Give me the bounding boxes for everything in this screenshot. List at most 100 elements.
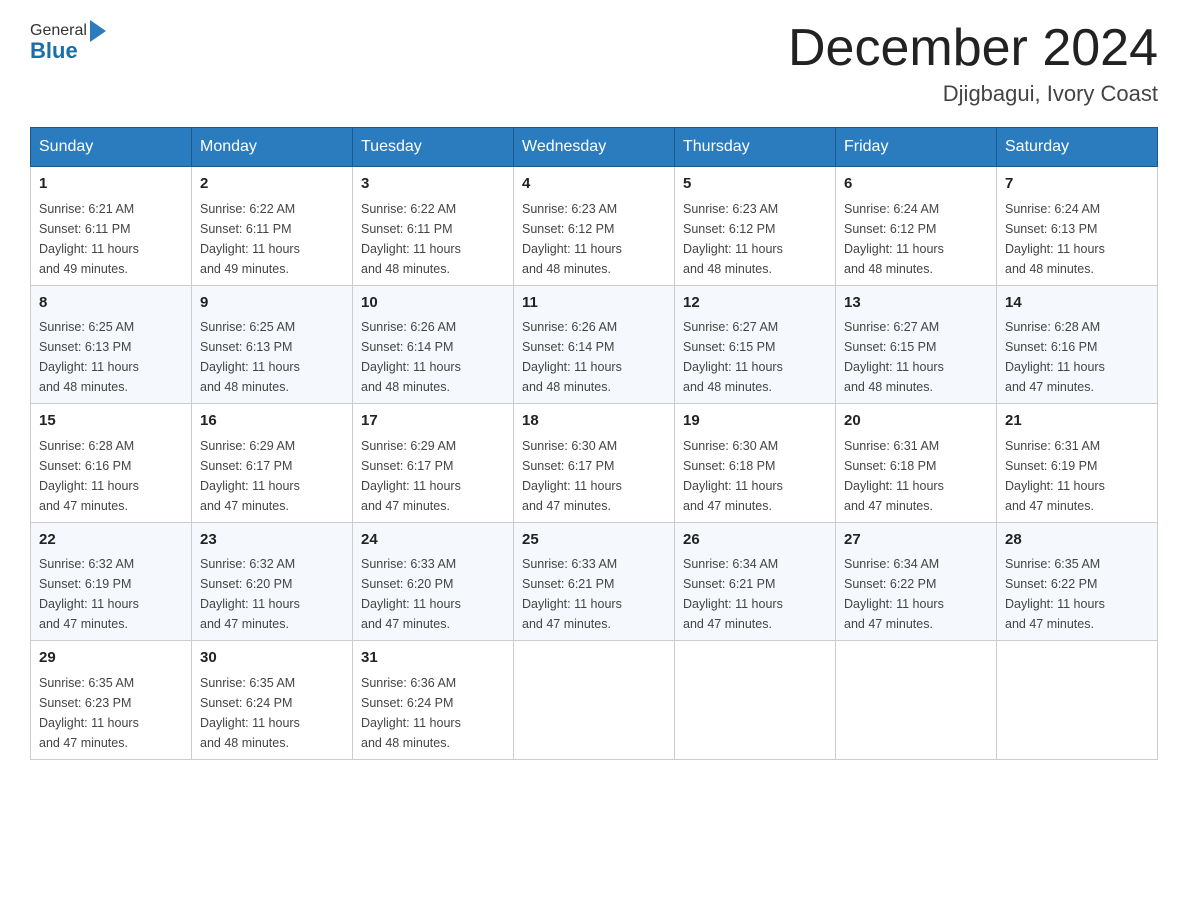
calendar-cell: 2Sunrise: 6:22 AMSunset: 6:11 PMDaylight…: [192, 167, 353, 286]
day-info: Sunrise: 6:34 AMSunset: 6:22 PMDaylight:…: [844, 554, 988, 634]
logo: General Blue: [30, 20, 109, 64]
calendar-cell: 26Sunrise: 6:34 AMSunset: 6:21 PMDayligh…: [675, 522, 836, 641]
calendar-cell: 21 Sunrise: 6:31 AMSunset: 6:19 PMDayligh…: [997, 404, 1158, 523]
calendar-cell: [514, 641, 675, 760]
day-number: 22: [39, 529, 183, 552]
day-info: Sunrise: 6:26 AMSunset: 6:14 PMDaylight:…: [522, 317, 666, 397]
page-header: General Blue December 2024 Djigbagui, Iv…: [30, 20, 1158, 107]
day-info: Sunrise: 6:30 AMSunset: 6:18 PMDaylight:…: [683, 436, 827, 516]
calendar-cell: 22Sunrise: 6:32 AMSunset: 6:19 PMDayligh…: [31, 522, 192, 641]
calendar-cell: 18 Sunrise: 6:30 AMSunset: 6:17 PMDayligh…: [514, 404, 675, 523]
day-number: 5: [683, 173, 827, 196]
day-number: 30: [200, 647, 344, 670]
day-info: Sunrise: 6:33 AMSunset: 6:20 PMDaylight:…: [361, 554, 505, 634]
calendar-cell: 14Sunrise: 6:28 AMSunset: 6:16 PMDayligh…: [997, 285, 1158, 404]
col-wednesday: Wednesday: [514, 128, 675, 167]
day-info: Sunrise: 6:29 AMSunset: 6:17 PMDaylight:…: [361, 436, 505, 516]
day-number: 4: [522, 173, 666, 196]
calendar-cell: [675, 641, 836, 760]
day-info: Sunrise: 6:28 AMSunset: 6:16 PMDaylight:…: [1005, 317, 1149, 397]
day-info: Sunrise: 6:32 AMSunset: 6:20 PMDaylight:…: [200, 554, 344, 634]
calendar-week-1: 1 Sunrise: 6:21 AMSunset: 6:11 PMDaylight…: [31, 167, 1158, 286]
col-thursday: Thursday: [675, 128, 836, 167]
day-number: 19: [683, 410, 827, 433]
day-info: Sunrise: 6:28 AMSunset: 6:16 PMDaylight:…: [39, 436, 183, 516]
day-info: Sunrise: 6:29 AMSunset: 6:17 PMDaylight:…: [200, 436, 344, 516]
day-number: 29: [39, 647, 183, 670]
col-monday: Monday: [192, 128, 353, 167]
day-info: Sunrise: 6:27 AMSunset: 6:15 PMDaylight:…: [683, 317, 827, 397]
day-number: 10: [361, 292, 505, 315]
day-number: 17: [361, 410, 505, 433]
calendar-cell: 30 Sunrise: 6:35 AMSunset: 6:24 PMDayligh…: [192, 641, 353, 760]
col-saturday: Saturday: [997, 128, 1158, 167]
calendar-cell: 29 Sunrise: 6:35 AMSunset: 6:23 PMDayligh…: [31, 641, 192, 760]
day-number: 15: [39, 410, 183, 433]
logo-blue-text: Blue: [30, 38, 78, 64]
calendar-cell: 15 Sunrise: 6:28 AMSunset: 6:16 PMDayligh…: [31, 404, 192, 523]
calendar-cell: 31Sunrise: 6:36 AMSunset: 6:24 PMDayligh…: [353, 641, 514, 760]
day-info: Sunrise: 6:35 AMSunset: 6:23 PMDaylight:…: [39, 673, 183, 753]
day-number: 8: [39, 292, 183, 315]
day-number: 13: [844, 292, 988, 315]
calendar-cell: [836, 641, 997, 760]
day-info: Sunrise: 6:36 AMSunset: 6:24 PMDaylight:…: [361, 673, 505, 753]
col-tuesday: Tuesday: [353, 128, 514, 167]
day-info: Sunrise: 6:31 AMSunset: 6:19 PMDaylight:…: [1005, 436, 1149, 516]
day-info: Sunrise: 6:34 AMSunset: 6:21 PMDaylight:…: [683, 554, 827, 634]
location-subtitle: Djigbagui, Ivory Coast: [788, 81, 1158, 107]
calendar-week-2: 8 Sunrise: 6:25 AMSunset: 6:13 PMDaylight…: [31, 285, 1158, 404]
day-info: Sunrise: 6:23 AMSunset: 6:12 PMDaylight:…: [522, 199, 666, 279]
calendar-cell: 4 Sunrise: 6:23 AMSunset: 6:12 PMDaylight…: [514, 167, 675, 286]
calendar-header-row: Sunday Monday Tuesday Wednesday Thursday…: [31, 128, 1158, 167]
calendar-cell: 11Sunrise: 6:26 AMSunset: 6:14 PMDayligh…: [514, 285, 675, 404]
calendar-cell: 23Sunrise: 6:32 AMSunset: 6:20 PMDayligh…: [192, 522, 353, 641]
calendar-cell: 9Sunrise: 6:25 AMSunset: 6:13 PMDaylight…: [192, 285, 353, 404]
calendar-cell: 12Sunrise: 6:27 AMSunset: 6:15 PMDayligh…: [675, 285, 836, 404]
day-number: 21: [1005, 410, 1149, 433]
calendar-cell: 28Sunrise: 6:35 AMSunset: 6:22 PMDayligh…: [997, 522, 1158, 641]
calendar-cell: 1 Sunrise: 6:21 AMSunset: 6:11 PMDaylight…: [31, 167, 192, 286]
day-info: Sunrise: 6:22 AMSunset: 6:11 PMDaylight:…: [361, 199, 505, 279]
calendar-cell: 7Sunrise: 6:24 AMSunset: 6:13 PMDaylight…: [997, 167, 1158, 286]
calendar-cell: 8Sunrise: 6:25 AMSunset: 6:13 PMDaylight…: [31, 285, 192, 404]
day-info: Sunrise: 6:32 AMSunset: 6:19 PMDaylight:…: [39, 554, 183, 634]
day-number: 3: [361, 173, 505, 196]
calendar-cell: 27Sunrise: 6:34 AMSunset: 6:22 PMDayligh…: [836, 522, 997, 641]
day-info: Sunrise: 6:26 AMSunset: 6:14 PMDaylight:…: [361, 317, 505, 397]
calendar-cell: 16Sunrise: 6:29 AMSunset: 6:17 PMDayligh…: [192, 404, 353, 523]
day-info: Sunrise: 6:21 AMSunset: 6:11 PMDaylight:…: [39, 199, 183, 279]
day-number: 25: [522, 529, 666, 552]
day-number: 26: [683, 529, 827, 552]
calendar-cell: 20 Sunrise: 6:31 AMSunset: 6:18 PMDayligh…: [836, 404, 997, 523]
calendar-cell: 19 Sunrise: 6:30 AMSunset: 6:18 PMDayligh…: [675, 404, 836, 523]
day-number: 12: [683, 292, 827, 315]
day-number: 14: [1005, 292, 1149, 315]
title-section: December 2024 Djigbagui, Ivory Coast: [788, 20, 1158, 107]
calendar-cell: 5 Sunrise: 6:23 AMSunset: 6:12 PMDaylight…: [675, 167, 836, 286]
calendar-cell: [997, 641, 1158, 760]
day-number: 11: [522, 292, 666, 315]
day-info: Sunrise: 6:30 AMSunset: 6:17 PMDaylight:…: [522, 436, 666, 516]
day-number: 1: [39, 173, 183, 196]
day-number: 20: [844, 410, 988, 433]
day-number: 7: [1005, 173, 1149, 196]
day-number: 18: [522, 410, 666, 433]
day-info: Sunrise: 6:31 AMSunset: 6:18 PMDaylight:…: [844, 436, 988, 516]
calendar-cell: 25Sunrise: 6:33 AMSunset: 6:21 PMDayligh…: [514, 522, 675, 641]
day-info: Sunrise: 6:35 AMSunset: 6:24 PMDaylight:…: [200, 673, 344, 753]
day-number: 24: [361, 529, 505, 552]
calendar-week-3: 15 Sunrise: 6:28 AMSunset: 6:16 PMDayligh…: [31, 404, 1158, 523]
calendar-cell: 24Sunrise: 6:33 AMSunset: 6:20 PMDayligh…: [353, 522, 514, 641]
col-sunday: Sunday: [31, 128, 192, 167]
calendar-week-5: 29 Sunrise: 6:35 AMSunset: 6:23 PMDayligh…: [31, 641, 1158, 760]
day-number: 27: [844, 529, 988, 552]
day-info: Sunrise: 6:25 AMSunset: 6:13 PMDaylight:…: [200, 317, 344, 397]
day-info: Sunrise: 6:24 AMSunset: 6:12 PMDaylight:…: [844, 199, 988, 279]
calendar-cell: 13Sunrise: 6:27 AMSunset: 6:15 PMDayligh…: [836, 285, 997, 404]
calendar-cell: 6Sunrise: 6:24 AMSunset: 6:12 PMDaylight…: [836, 167, 997, 286]
day-number: 2: [200, 173, 344, 196]
day-number: 28: [1005, 529, 1149, 552]
day-number: 23: [200, 529, 344, 552]
day-info: Sunrise: 6:23 AMSunset: 6:12 PMDaylight:…: [683, 199, 827, 279]
